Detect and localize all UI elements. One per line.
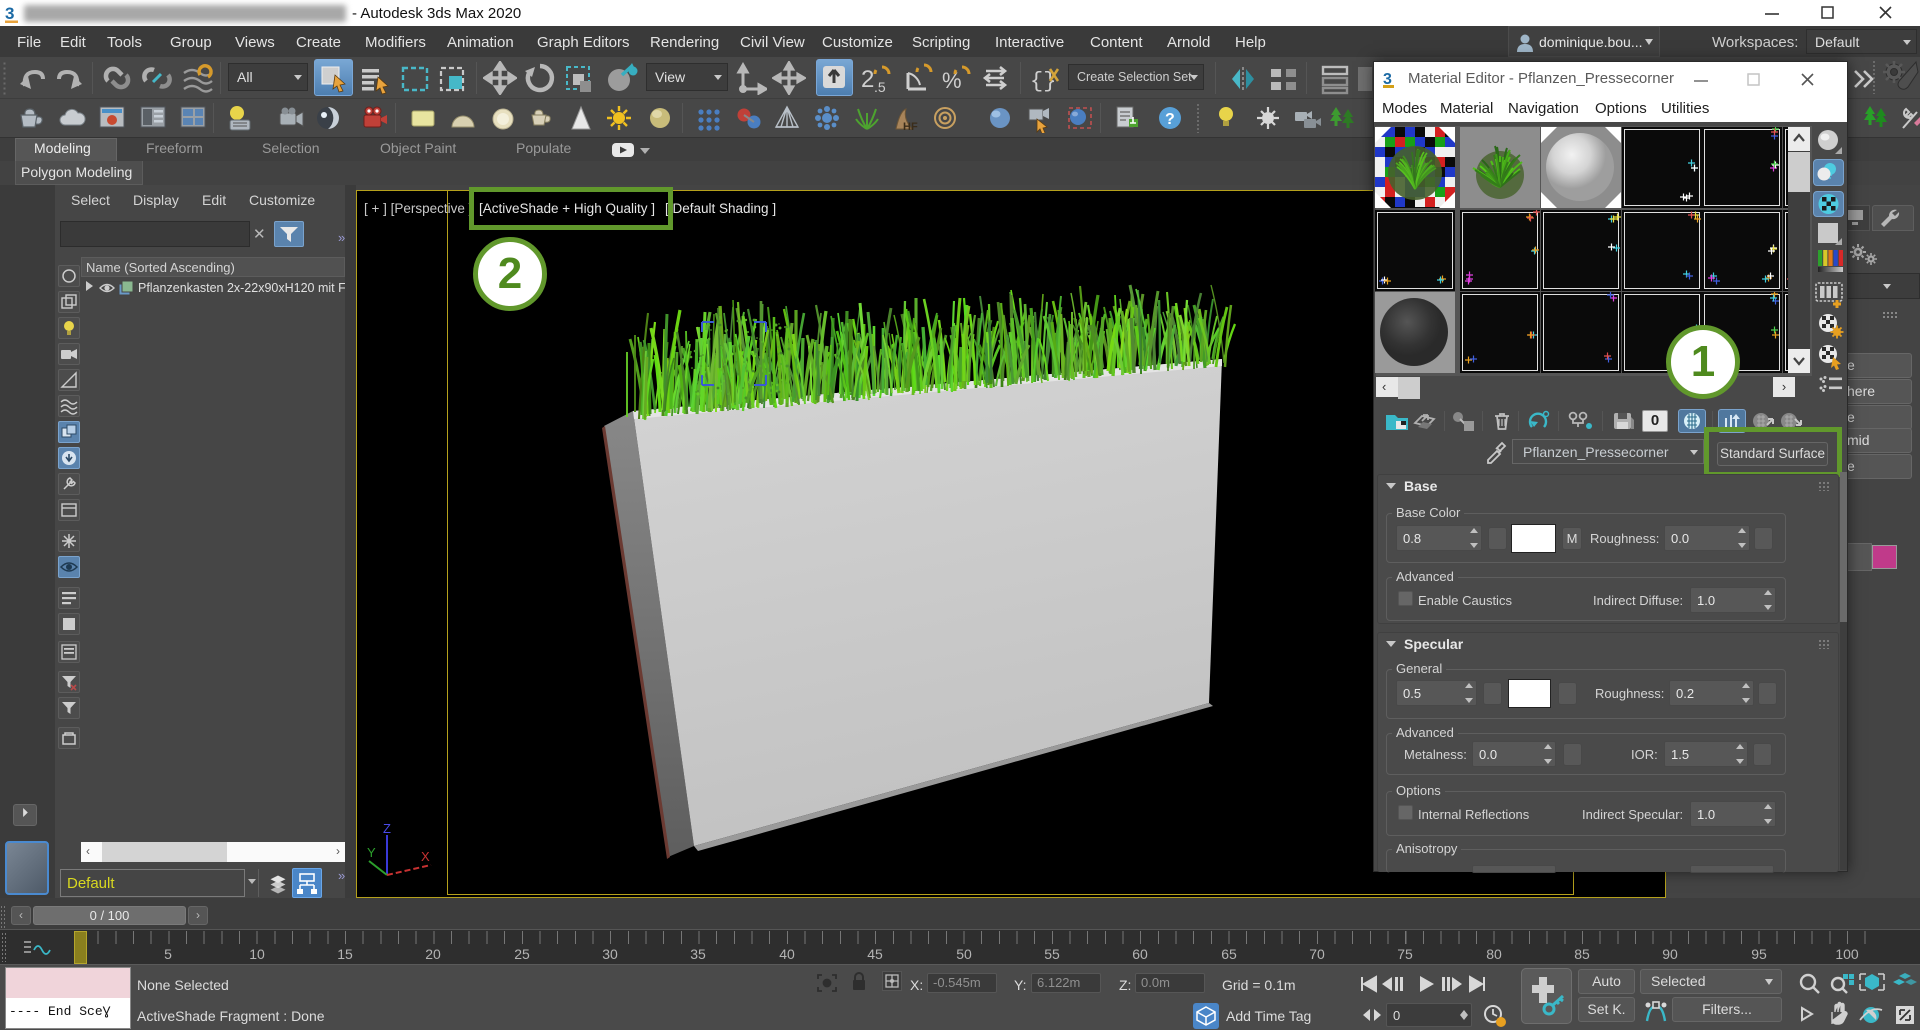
svg-text:2: 2 bbox=[861, 66, 874, 93]
svg-text:HF: HF bbox=[903, 121, 918, 133]
svg-text:Y: Y bbox=[367, 845, 376, 860]
svg-text:3: 3 bbox=[5, 4, 14, 23]
svg-text:%: % bbox=[942, 68, 962, 93]
svg-text:?: ? bbox=[1165, 111, 1175, 128]
svg-text:Z: Z bbox=[383, 823, 391, 836]
svg-text:.5: .5 bbox=[874, 79, 886, 95]
svg-text:X: X bbox=[421, 849, 430, 864]
